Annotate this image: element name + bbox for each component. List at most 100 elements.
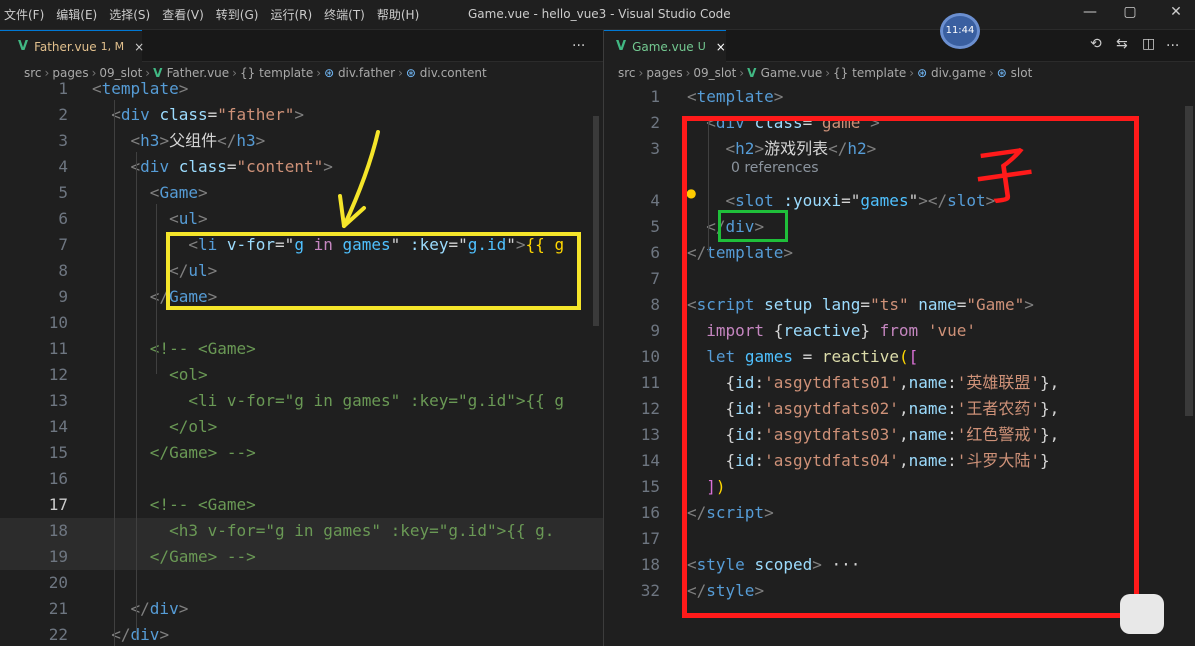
code-line: 2 <div class="father">: [0, 102, 603, 128]
close-icon[interactable]: ×: [134, 40, 144, 54]
menu-help[interactable]: 帮助(H): [377, 6, 419, 23]
code-line: 7 <li v-for="g in games" :key="g.id">{{ …: [0, 232, 603, 258]
split-editor-icon[interactable]: ◫: [1142, 36, 1155, 52]
line-number: 14: [640, 451, 660, 470]
code-token: (: [898, 347, 909, 366]
compare-changes-icon[interactable]: ⇆: [1116, 36, 1128, 52]
code-editor-right[interactable]: 1 <template> 2 <div class="game"> 3 <h2>游戏列…: [604, 86, 1195, 646]
code-line: 5 <Game>: [0, 180, 603, 206]
line-number: 2: [650, 113, 660, 132]
code-token: '斗罗大陆': [956, 451, 1041, 470]
line-number: 12: [48, 365, 68, 384]
more-actions-icon[interactable]: ···: [1166, 38, 1179, 54]
code-token: ,: [898, 451, 909, 470]
vue-file-icon: V: [616, 39, 627, 54]
maximize-button[interactable]: ▢: [1118, 4, 1142, 20]
more-actions-icon[interactable]: ···: [572, 38, 585, 54]
code-token: name: [908, 373, 948, 392]
breadcrumb-item[interactable]: slot: [1011, 66, 1033, 80]
code-token: h2: [847, 139, 867, 158]
breadcrumb-chevron-icon: ›: [909, 66, 915, 80]
code-lens-references[interactable]: 0 references: [731, 160, 819, 176]
code-token: {: [687, 451, 736, 470]
code-token: 'asgytdfats04': [764, 451, 899, 470]
code-token: "Game": [966, 295, 1025, 314]
code-token: '红色警戒': [956, 425, 1041, 444]
code-token: in: [303, 235, 343, 254]
tab-father-vue[interactable]: V Father.vue 1, M ×: [0, 30, 144, 62]
code-text: </div>: [92, 596, 189, 622]
menu-selection[interactable]: 选择(S): [109, 6, 150, 23]
code-line: 19 </Game> -->: [0, 544, 603, 570]
editor-group-right: V Game.vue U × ⟲ ⇆ ◫ ··· src › pages › 09_sl…: [604, 30, 1195, 646]
line-number: 8: [650, 295, 660, 314]
code-line: 16 </script>: [604, 500, 1195, 526]
code-token: </: [687, 581, 707, 600]
code-token: </: [92, 599, 150, 618]
code-token: "ts": [870, 295, 909, 314]
code-text: <ol>: [92, 362, 208, 388]
code-token: <: [687, 295, 697, 314]
code-token: div: [725, 217, 755, 236]
code-token: =": [448, 235, 468, 254]
code-token: g.id: [467, 235, 507, 254]
code-token: slot: [947, 191, 986, 210]
menu-view[interactable]: 查看(V): [162, 6, 204, 23]
code-token: :youxi: [783, 191, 842, 210]
code-line: 9 </Game>: [0, 284, 603, 310]
breadcrumb: src › pages › 09_slot › V Game.vue ›{} template…: [604, 62, 1195, 84]
code-line: 15 ]): [604, 474, 1195, 500]
menu-go[interactable]: 转到(G): [216, 6, 259, 23]
code-token: >: [754, 581, 765, 600]
code-token: script: [706, 503, 765, 522]
vertical-scrollbar[interactable]: [593, 116, 599, 326]
breadcrumb-item[interactable]: pages: [646, 66, 682, 80]
code-token: </ol>: [92, 417, 218, 436]
breadcrumb-item[interactable]: Game.vue: [761, 66, 823, 80]
minimize-button[interactable]: —: [1078, 4, 1102, 20]
code-token: style: [696, 555, 745, 574]
code-editor-left[interactable]: 1 <template> 2 <div class="father"> 3 <h3>父…: [0, 79, 603, 646]
code-token: },: [1040, 399, 1060, 418]
breadcrumb-item[interactable]: {} template: [833, 66, 906, 80]
vue-file-icon: V: [18, 39, 29, 54]
lightbulb-icon[interactable]: ●: [686, 186, 696, 200]
code-line: 15 </Game> -->: [0, 440, 603, 466]
code-token: reactive: [783, 321, 861, 340]
indent-guide: [156, 204, 157, 374]
code-token: slot: [735, 191, 774, 210]
breadcrumb-item[interactable]: 09_slot: [693, 66, 736, 80]
menu-terminal[interactable]: 终端(T): [324, 6, 365, 23]
code-token: >: [207, 261, 218, 280]
line-number: 13: [640, 425, 660, 444]
close-icon[interactable]: ×: [716, 40, 726, 54]
code-token: lang: [821, 295, 861, 314]
breadcrumb-item[interactable]: div.game: [931, 66, 986, 80]
code-token: id: [735, 451, 755, 470]
breadcrumb-item[interactable]: src: [618, 66, 636, 80]
menu-file[interactable]: 文件(F): [4, 6, 44, 23]
code-token: import: [706, 321, 765, 340]
menu-run[interactable]: 运行(R): [270, 6, 312, 23]
menu-edit[interactable]: 编辑(E): [56, 6, 97, 23]
tab-game-vue[interactable]: V Game.vue U ×: [604, 30, 726, 62]
close-window-button[interactable]: ✕: [1164, 4, 1188, 20]
code-line: 12 <ol>: [0, 362, 603, 388]
line-number: 32: [640, 581, 660, 600]
line-number: 9: [650, 321, 660, 340]
code-token: class: [159, 105, 208, 124]
code-token: </: [687, 243, 707, 262]
code-token: </: [828, 139, 848, 158]
code-token: v-for: [226, 235, 276, 254]
code-token: id: [735, 399, 755, 418]
code-token: id: [735, 425, 755, 444]
code-token: games: [744, 347, 793, 366]
code-token: {{ g: [525, 235, 565, 254]
vertical-scrollbar[interactable]: [1185, 106, 1193, 416]
timeline-icon[interactable]: ⟲: [1090, 36, 1102, 52]
code-token: </: [687, 503, 707, 522]
code-token: },: [1040, 425, 1060, 444]
code-token: =: [792, 347, 822, 366]
